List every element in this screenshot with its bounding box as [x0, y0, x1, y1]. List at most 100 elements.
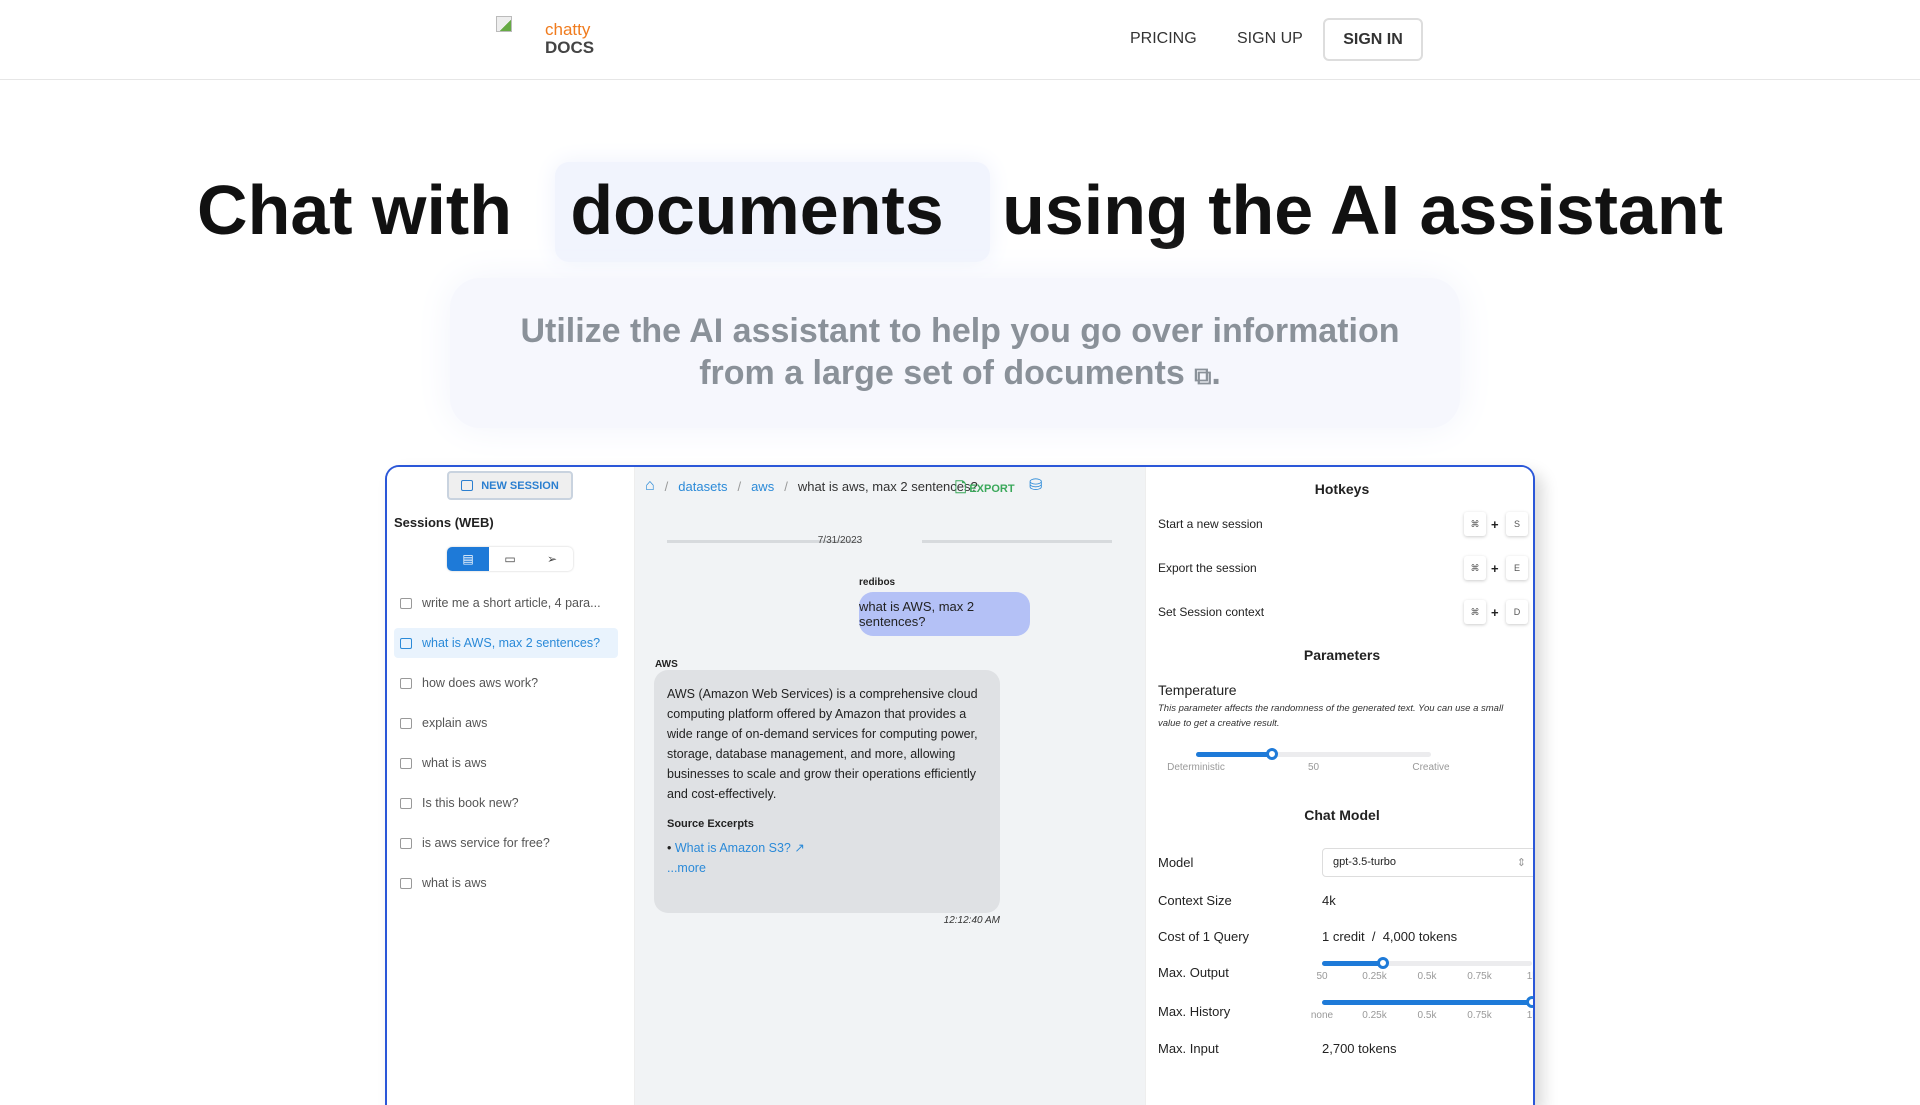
- session-item[interactable]: how does aws work?: [394, 668, 618, 698]
- hotkey-key: D: [1506, 600, 1528, 624]
- home-icon[interactable]: ⌂: [645, 477, 655, 495]
- tab-web-chat-icon[interactable]: ▤: [447, 547, 489, 571]
- export-label: EXPORT: [969, 483, 1015, 495]
- model-value: gpt-3.5-turbo: [1333, 856, 1396, 868]
- plus-sign: +: [1491, 605, 1499, 620]
- max-history-slider-thumb[interactable]: [1526, 996, 1533, 1008]
- command-key: ⌘: [1464, 512, 1486, 536]
- new-session-label: NEW SESSION: [481, 479, 559, 492]
- slider-tick-label: 50: [1307, 762, 1320, 773]
- model-select[interactable]: gpt-3.5-turbo ⇕: [1322, 848, 1533, 877]
- top-nav: chatty DOCS PRICING SIGN UP SIGN IN: [0, 0, 1920, 80]
- tab-message-icon[interactable]: ▭: [489, 547, 531, 571]
- chat-icon: [400, 717, 412, 729]
- temperature-description: This parameter affects the randomness of…: [1158, 703, 1504, 729]
- chevron-updown-icon: ⇕: [1516, 857, 1526, 869]
- hotkey-key: E: [1506, 556, 1528, 580]
- slider-tick-label: 1k: [1526, 1010, 1533, 1021]
- max-history-label: Max. History: [1158, 1004, 1231, 1019]
- session-item[interactable]: what is aws: [394, 868, 618, 898]
- session-label: what is AWS, max 2 sentences?: [422, 636, 601, 650]
- session-item[interactable]: write me a short article, 4 para...: [394, 588, 618, 618]
- logo-text-top[interactable]: chatty: [545, 20, 590, 40]
- chat-icon: [400, 677, 412, 689]
- hero-title: Chat with documents using the AI assista…: [0, 170, 1920, 250]
- hotkeys-title: Hotkeys: [1314, 481, 1370, 497]
- hotkey-label: Start a new session: [1158, 517, 1263, 531]
- plus-sign: +: [1491, 561, 1499, 576]
- source-link[interactable]: What is Amazon S3? ↗: [675, 841, 805, 855]
- external-link-icon: ↗: [794, 841, 805, 855]
- sessions-title: Sessions (WEB): [394, 515, 494, 530]
- max-input-value: 2,700 tokens: [1322, 1041, 1397, 1056]
- context-size-value: 4k: [1322, 893, 1336, 908]
- max-output-slider-thumb[interactable]: [1376, 957, 1389, 969]
- session-label: what is aws: [422, 876, 487, 890]
- chat-icon: [400, 597, 412, 609]
- session-item[interactable]: what is aws: [394, 748, 618, 778]
- nav-sign-up[interactable]: SIGN UP: [1237, 30, 1303, 48]
- temperature-slider-thumb[interactable]: [1266, 748, 1279, 760]
- chat-icon: [400, 637, 412, 649]
- divider: [922, 540, 1112, 543]
- session-label: how does aws work?: [422, 676, 539, 690]
- cost-value: 1 credit / 4,000 tokens: [1322, 929, 1458, 944]
- max-output-slider-fill: [1322, 961, 1383, 966]
- model-label: Model: [1158, 855, 1194, 870]
- parameters-title: Parameters: [1303, 647, 1381, 663]
- plus-sign: +: [1491, 517, 1499, 532]
- temperature-label: Temperature: [1158, 682, 1237, 698]
- command-key: ⌘: [1464, 556, 1486, 580]
- breadcrumb-aws[interactable]: aws: [751, 479, 774, 494]
- slider-tick-label: Deterministic: [1167, 762, 1225, 773]
- breadcrumb-current: what is aws, max 2 sentences?: [797, 478, 978, 494]
- logo-text-bottom[interactable]: DOCS: [545, 38, 594, 58]
- chat-icon: [400, 877, 412, 889]
- session-label: what is aws: [422, 756, 487, 770]
- bot-name: AWS: [655, 659, 678, 670]
- session-label: is aws service for free?: [422, 836, 550, 850]
- channel-tabs: ▤ ▭ ➢: [447, 547, 573, 571]
- breadcrumb: ⌂ / datasets / aws / what is aws, max 2 sen…: [645, 477, 978, 495]
- sources-title: Source Excerpts: [667, 818, 754, 830]
- database-icon[interactable]: ⛁: [1029, 475, 1042, 495]
- sign-in-button[interactable]: SIGN IN: [1323, 18, 1423, 61]
- chat-icon: [400, 757, 412, 769]
- sidebar: NEW SESSION Sessions (WEB) ▤ ▭ ➢ write m…: [387, 467, 635, 1105]
- file-export-icon: 🗋: [955, 479, 967, 495]
- source-link-text: What is Amazon S3?: [674, 841, 791, 855]
- logo-image: [496, 16, 512, 32]
- subtitle-end: .: [1211, 354, 1221, 392]
- copy-icon: ⧉: [1194, 363, 1212, 390]
- user-message: what is AWS, max 2 sentences?: [859, 592, 1030, 636]
- nav-pricing[interactable]: PRICING: [1130, 30, 1197, 48]
- session-item[interactable]: is aws service for free?: [394, 828, 618, 858]
- title-part: using the AI assistant: [1002, 171, 1723, 249]
- temperature-slider-fill: [1196, 752, 1273, 757]
- chat-model-title: Chat Model: [1304, 807, 1380, 823]
- slider-tick-label: 1k: [1526, 971, 1533, 982]
- tab-telegram-icon[interactable]: ➢: [531, 547, 573, 571]
- title-part: Chat with: [197, 171, 512, 249]
- breadcrumb-datasets[interactable]: datasets: [678, 479, 727, 494]
- user-name: redibos: [859, 577, 896, 588]
- session-item[interactable]: explain aws: [394, 708, 618, 738]
- export-button[interactable]: 🗋 EXPORT: [955, 477, 1015, 501]
- cost-label: Cost of 1 Query: [1158, 929, 1250, 944]
- hotkey-key: S: [1506, 512, 1528, 536]
- subtitle-line: from a large set of documents: [699, 354, 1185, 392]
- session-label: write me a short article, 4 para...: [422, 596, 601, 610]
- command-key: ⌘: [1464, 600, 1486, 624]
- chat-icon: [400, 797, 412, 809]
- title-highlight-word: documents: [570, 171, 944, 249]
- max-history-slider-fill: [1322, 1000, 1532, 1005]
- new-session-button[interactable]: NEW SESSION: [447, 471, 573, 500]
- chat-panel: ⌂ / datasets / aws / what is aws, max 2 sen…: [635, 467, 1145, 1105]
- bot-message: AWS (Amazon Web Services) is a comprehen…: [654, 670, 1000, 913]
- chat-icon: [400, 837, 412, 849]
- session-item[interactable]: Is this book new?: [394, 788, 618, 818]
- hero-subtitle: Utilize the AI assistant to help you go …: [0, 310, 1920, 398]
- session-item[interactable]: what is AWS, max 2 sentences?: [394, 628, 618, 658]
- subtitle-line: Utilize the AI assistant to help you go …: [520, 312, 1400, 350]
- more-link[interactable]: ...more: [667, 861, 706, 875]
